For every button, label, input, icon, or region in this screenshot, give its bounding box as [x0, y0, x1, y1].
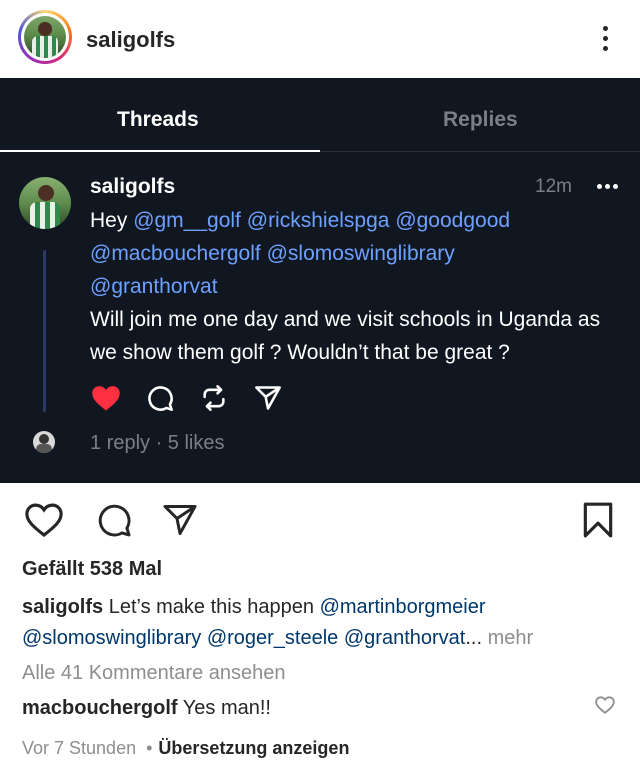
share-icon [252, 382, 284, 414]
post-header: saligolfs [0, 0, 640, 78]
more-vertical-icon[interactable] [594, 24, 618, 54]
thread-greeting: Hey [90, 209, 134, 232]
mention-slomoswinglibrary: @slomoswinglibrary [266, 242, 455, 265]
reply-stats: 1 reply · 5 likes [90, 432, 225, 454]
meta-separator: • [146, 738, 153, 758]
caption-mention-granthorvat[interactable]: @granthorvat [344, 627, 465, 649]
share-icon[interactable] [160, 500, 200, 540]
active-tab-indicator [0, 150, 320, 152]
mention-goodgood: @goodgood [395, 209, 511, 232]
mention-rickshielspga: @rickshielspga [246, 209, 390, 232]
caption-ellipsis: ... [465, 627, 483, 649]
save-icon[interactable] [578, 500, 618, 540]
heart-icon [90, 382, 122, 414]
avatar-image [24, 16, 66, 58]
view-all-comments-link[interactable]: Alle 41 Kommentare ansehen [22, 662, 286, 685]
reply-avatar [33, 431, 55, 453]
mention-gm-golf: @gm__golf [133, 209, 241, 232]
thread-avatar [19, 177, 71, 229]
thread-timestamp: 12m [535, 176, 572, 197]
caption-mention-slomoswinglibrary[interactable]: @slomoswinglibrary [22, 627, 201, 649]
translate-link[interactable]: Übersetzung anzeigen [158, 738, 349, 758]
thread-actions [90, 382, 310, 414]
thread-text: Hey @gm__golf @rickshielspga @goodgood @… [90, 204, 630, 369]
profile-avatar[interactable] [18, 10, 72, 64]
like-icon[interactable] [24, 500, 64, 540]
thread-more-icon [595, 184, 619, 190]
caption-mention-roger-steele[interactable]: @roger_steele [207, 627, 338, 649]
caption-text: Let’s make this happen [108, 596, 315, 618]
comment-icon[interactable] [94, 500, 134, 540]
repost-icon [198, 382, 230, 414]
caption-mention-martinborgmeier[interactable]: @martinborgmeier [320, 596, 486, 618]
mention-granthorvat: @granthorvat [90, 275, 218, 298]
post-caption: saligolfs Let’s make this happen @martin… [22, 592, 622, 654]
tab-threads: Threads [117, 108, 199, 131]
thread-username: saligolfs [90, 175, 176, 198]
comment-icon [144, 382, 176, 414]
header-username[interactable]: saligolfs [86, 27, 175, 53]
comment-row: macbouchergolf Yes man!! [22, 697, 271, 720]
post-action-bar [0, 500, 640, 544]
tab-replies: Replies [443, 108, 518, 131]
post-meta: Vor 7 Stunden • Übersetzung anzeigen [22, 738, 349, 759]
caption-username[interactable]: saligolfs [22, 596, 103, 618]
likes-count[interactable]: Gefällt 538 Mal [22, 558, 162, 581]
threads-screenshot: Threads Replies saligolfs 12m Hey @gm__g… [0, 78, 640, 483]
mention-macbouchergolf: @macbouchergolf [90, 242, 261, 265]
post-time: Vor 7 Stunden [22, 738, 137, 758]
caption-more-link[interactable]: mehr [488, 627, 534, 649]
tab-divider [320, 151, 640, 152]
thread-connector-line [43, 250, 46, 412]
thread-body: Will join me one day and we visit school… [90, 308, 601, 364]
comment-text: Yes man!! [182, 697, 271, 719]
comment-username[interactable]: macbouchergolf [22, 697, 178, 719]
comment-like-icon[interactable] [595, 696, 615, 716]
